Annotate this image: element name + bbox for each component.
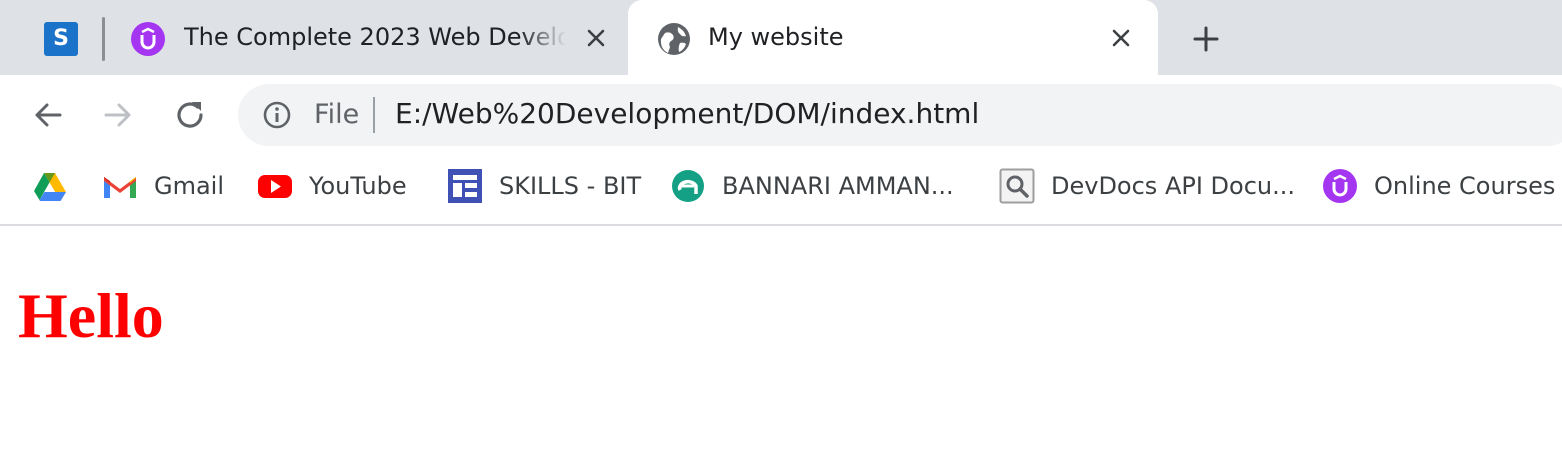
- reload-icon: [177, 102, 203, 128]
- tab-title: The Complete 2023 Web Development Bootca…: [184, 23, 566, 51]
- google-drive-icon: [34, 173, 66, 201]
- bookmark-bannari-amman[interactable]: BANNARI AMMAN...: [670, 168, 954, 204]
- bookmark-label: DevDocs API Docu...: [1051, 172, 1295, 200]
- pinned-tab[interactable]: S: [44, 22, 78, 56]
- close-tab-button[interactable]: [1108, 25, 1134, 51]
- bookmark-gmail[interactable]: Gmail: [102, 168, 224, 204]
- tab-web-development[interactable]: The Complete 2023 Web Development Bootca…: [110, 0, 628, 75]
- address-bar[interactable]: File E:/Web%20Development/DOM/index.html: [238, 84, 1562, 146]
- bookmarks-bar: Gmail YouTube SKILLS - BIT BANNARI AMMAN…: [0, 155, 1562, 226]
- url-text[interactable]: E:/Web%20Development/DOM/index.html: [395, 98, 979, 130]
- scheme-label: File: [314, 99, 360, 130]
- bannari-icon: [672, 170, 704, 202]
- tab-my-website[interactable]: My website: [628, 0, 1158, 75]
- bookmark-label: BANNARI AMMAN...: [722, 172, 954, 200]
- arrow-left-icon: [35, 103, 62, 127]
- devdocs-icon: [999, 168, 1035, 204]
- close-icon: [587, 29, 605, 47]
- back-button[interactable]: [30, 97, 66, 133]
- bookmark-label: YouTube: [309, 172, 407, 200]
- tab-title: My website: [708, 23, 844, 51]
- gmail-icon: [104, 175, 136, 198]
- new-tab-button[interactable]: [1189, 22, 1223, 56]
- reload-button[interactable]: [172, 97, 208, 133]
- arrow-right-icon: [104, 103, 131, 127]
- tab-strip: S The Complete 2023 Web Development Boot…: [0, 0, 1562, 75]
- page-content: Hello: [0, 228, 1562, 473]
- bookmark-youtube[interactable]: YouTube: [257, 168, 407, 204]
- udemy-icon: [1323, 169, 1357, 203]
- forward-button[interactable]: [100, 97, 136, 133]
- s-app-icon: S: [53, 26, 69, 51]
- page-heading: Hello: [18, 280, 164, 351]
- info-icon[interactable]: [262, 100, 292, 130]
- tab-separator: [102, 17, 105, 61]
- bookmark-label: Gmail: [154, 172, 225, 200]
- globe-icon: [658, 23, 690, 55]
- bookmark-skills-bit[interactable]: SKILLS - BIT: [447, 168, 641, 204]
- address-divider: [373, 97, 375, 133]
- bookmark-label: Online Courses -: [1374, 172, 1562, 200]
- youtube-icon: [258, 175, 292, 198]
- plus-icon: [1193, 26, 1219, 52]
- browser-toolbar: File E:/Web%20Development/DOM/index.html: [0, 75, 1562, 155]
- bookmark-google-drive[interactable]: [32, 168, 84, 204]
- close-icon: [1112, 29, 1130, 47]
- bookmark-online-courses[interactable]: Online Courses -: [1322, 168, 1562, 204]
- bookmark-devdocs[interactable]: DevDocs API Docu...: [999, 168, 1295, 204]
- udemy-icon: [131, 22, 165, 56]
- bookmark-label: SKILLS - BIT: [499, 172, 642, 200]
- skills-icon: [448, 169, 482, 203]
- close-tab-button[interactable]: [583, 25, 609, 51]
